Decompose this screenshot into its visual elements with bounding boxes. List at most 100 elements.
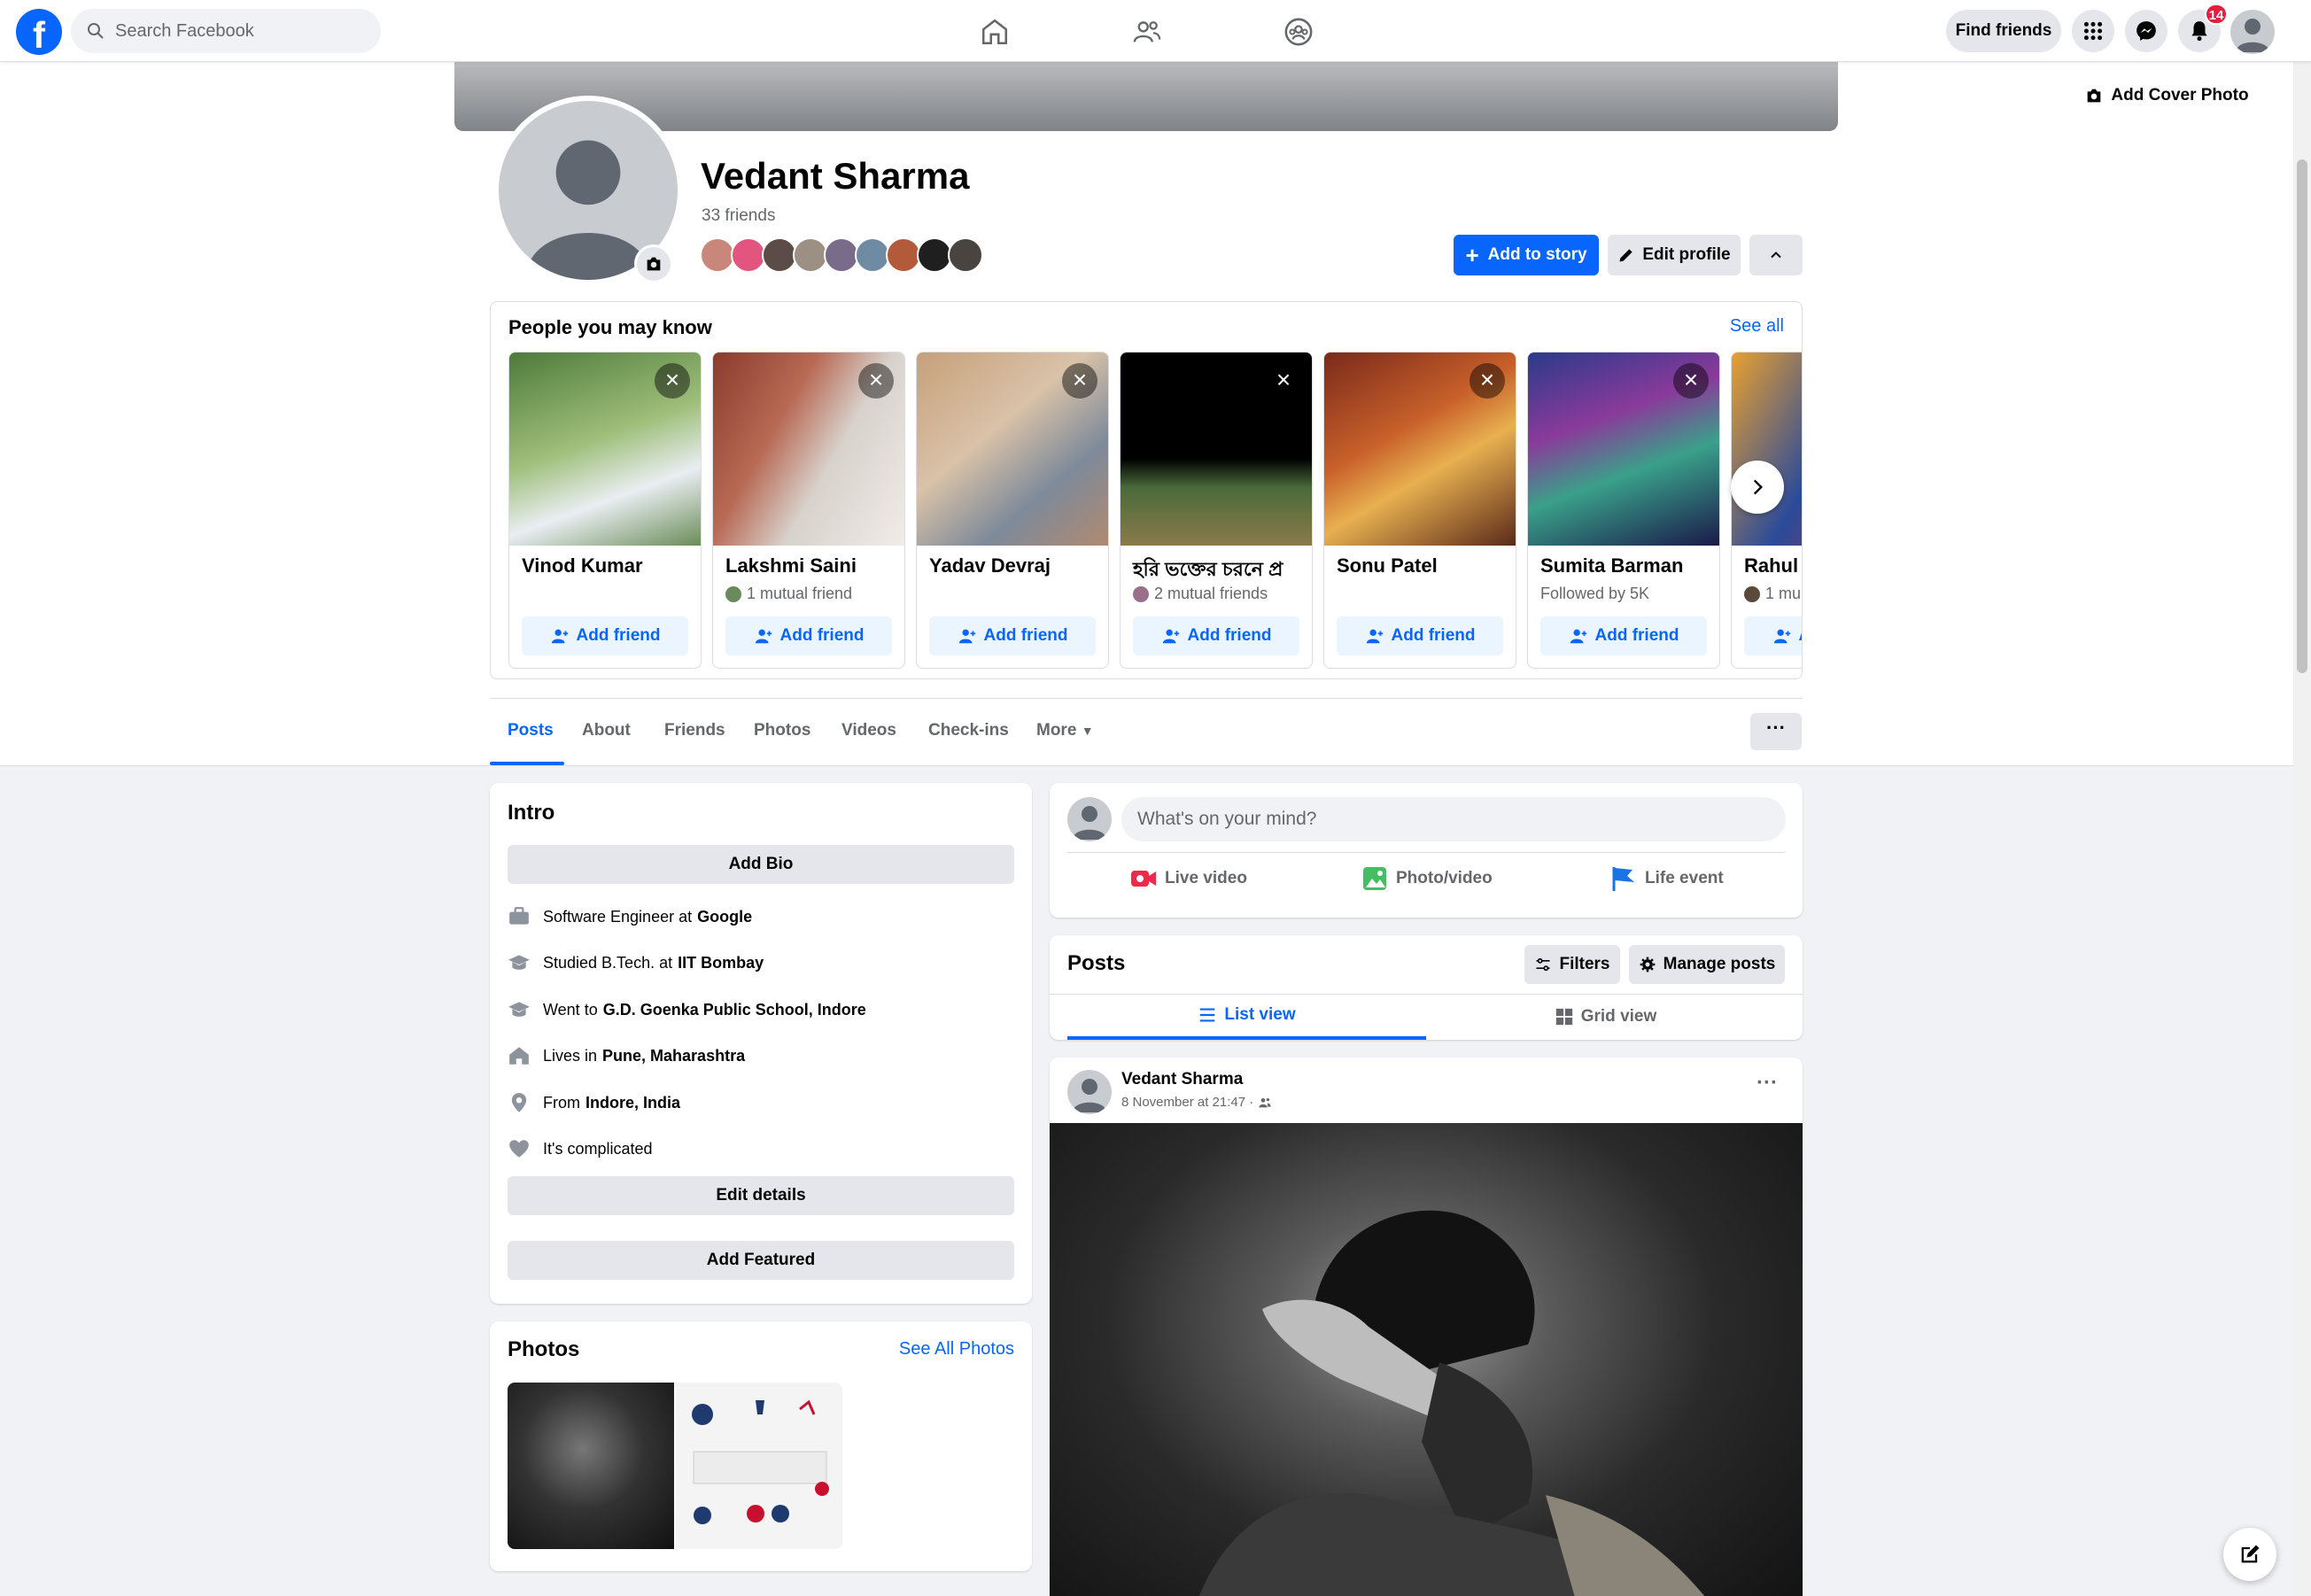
- friends-count[interactable]: 33 friends: [702, 206, 775, 226]
- friend-avatar[interactable]: [855, 237, 890, 273]
- manage-posts-button[interactable]: Manage posts: [1629, 945, 1785, 984]
- suggestion-photo[interactable]: ×: [1324, 353, 1516, 546]
- new-message-button[interactable]: [2223, 1528, 2276, 1581]
- flag-icon: [1612, 867, 1634, 891]
- suggestion-name[interactable]: হরি ভক্তের চরনে প্র: [1133, 554, 1283, 587]
- friend-avatar[interactable]: [700, 237, 735, 273]
- suggestion-card[interactable]: × Yadav Devraj Add friend: [916, 352, 1109, 669]
- friend-avatar[interactable]: [731, 237, 766, 273]
- notifications-button[interactable]: 14: [2178, 4, 2228, 52]
- tab-more[interactable]: More ▼: [1036, 721, 1094, 740]
- tab-photos[interactable]: Photos: [754, 721, 810, 740]
- live-video-button[interactable]: Live video: [1129, 864, 1247, 893]
- close-icon[interactable]: ×: [1470, 363, 1505, 399]
- tab-posts[interactable]: Posts: [508, 721, 554, 740]
- suggestion-photo[interactable]: [1732, 353, 1802, 546]
- tab-videos[interactable]: Videos: [841, 721, 896, 740]
- add-friend-button[interactable]: Add friend: [1744, 616, 1802, 655]
- suggestion-name[interactable]: Yadav Devraj: [929, 554, 1051, 577]
- suggestion-photo[interactable]: ×: [713, 353, 904, 546]
- tab-about[interactable]: About: [582, 721, 631, 740]
- tab-check-ins[interactable]: Check-ins: [928, 721, 1009, 740]
- post-options-button[interactable]: ···: [1749, 1070, 1785, 1105]
- suggestion-card[interactable]: × Sonu Patel Add friend: [1323, 352, 1516, 669]
- friend-avatar[interactable]: [762, 237, 797, 273]
- close-icon[interactable]: ×: [655, 363, 690, 399]
- account-avatar[interactable]: [2230, 10, 2275, 54]
- carousel-next-button[interactable]: [1731, 461, 1784, 514]
- suggestion-photo[interactable]: ×: [509, 353, 701, 546]
- grid-view-tab[interactable]: Grid view: [1426, 994, 1785, 1040]
- close-icon[interactable]: ×: [1266, 363, 1301, 399]
- edit-profile-button[interactable]: Edit profile: [1608, 235, 1741, 275]
- see-all-photos-link[interactable]: See All Photos: [899, 1339, 1014, 1360]
- suggestion-photo[interactable]: ×: [1121, 353, 1312, 546]
- post-timestamp[interactable]: 8 November at 21:47 ·: [1121, 1095, 1253, 1110]
- add-friend-button[interactable]: Add friend: [1133, 616, 1299, 655]
- grid-icon: [1555, 1008, 1572, 1026]
- suggestion-photo[interactable]: ×: [1528, 353, 1719, 546]
- mutual-friend-avatar: [1133, 585, 1149, 602]
- update-profile-picture-button[interactable]: [634, 244, 673, 283]
- find-friends-button[interactable]: Find friends: [1946, 10, 2061, 52]
- scrollbar-thumb[interactable]: [2297, 159, 2307, 673]
- edit-details-button[interactable]: Edit details: [508, 1176, 1014, 1215]
- suggestion-photo[interactable]: ×: [917, 353, 1108, 546]
- tab-friends[interactable]: Friends: [664, 721, 725, 740]
- intro-relationship: It's complicated: [508, 1137, 653, 1160]
- search-input[interactable]: Search Facebook: [115, 21, 254, 42]
- suggestion-card[interactable]: × Sumita Barman Followed by 5K Add frien…: [1527, 352, 1720, 669]
- add-featured-button[interactable]: Add Featured: [508, 1241, 1014, 1280]
- messenger-icon[interactable]: [2125, 10, 2168, 52]
- suggestion-card[interactable]: × হরি ভক্তের চরনে প্র 2 mutual friends A…: [1120, 352, 1313, 669]
- add-friend-button[interactable]: Add friend: [1337, 616, 1503, 655]
- composer-avatar[interactable]: [1067, 797, 1112, 841]
- friend-avatar[interactable]: [917, 237, 952, 273]
- list-view-tab[interactable]: List view: [1067, 994, 1426, 1040]
- filters-button[interactable]: Filters: [1524, 945, 1620, 984]
- suggestion-card[interactable]: × Vinod Kumar Add friend: [508, 352, 702, 669]
- home-icon[interactable]: [975, 12, 1014, 51]
- add-person-icon: [1366, 629, 1383, 644]
- add-to-story-button[interactable]: + Add to story: [1454, 235, 1599, 275]
- add-person-icon: [1570, 629, 1586, 644]
- post-author-name[interactable]: Vedant Sharma: [1121, 1070, 1243, 1089]
- suggestion-name[interactable]: Sonu Patel: [1337, 554, 1438, 577]
- add-friend-button[interactable]: Add friend: [1540, 616, 1707, 655]
- suggestion-name[interactable]: Rahul I: [1744, 554, 1802, 577]
- menu-grid-icon[interactable]: [2072, 10, 2114, 52]
- suggestion-name[interactable]: Sumita Barman: [1540, 554, 1683, 577]
- friend-avatar[interactable]: [886, 237, 921, 273]
- add-friend-button[interactable]: Add friend: [725, 616, 892, 655]
- add-bio-button[interactable]: Add Bio: [508, 845, 1014, 884]
- friend-avatar[interactable]: [824, 237, 859, 273]
- add-cover-photo-button[interactable]: Add Cover Photo: [2078, 76, 2255, 115]
- suggestion-name[interactable]: Vinod Kumar: [522, 554, 643, 577]
- friend-avatar[interactable]: [948, 237, 983, 273]
- caret-down-icon: ▼: [1081, 724, 1094, 738]
- close-icon[interactable]: ×: [858, 363, 894, 399]
- life-event-button[interactable]: Life event: [1609, 864, 1724, 893]
- groups-icon[interactable]: [1279, 12, 1318, 51]
- friends-icon[interactable]: [1128, 12, 1167, 51]
- facebook-logo[interactable]: f: [16, 9, 62, 56]
- photo-thumbnail[interactable]: [508, 1383, 674, 1549]
- photo-thumbnail[interactable]: [676, 1383, 842, 1549]
- post-photo[interactable]: [1050, 1123, 1803, 1596]
- friend-avatar[interactable]: [793, 237, 828, 273]
- photo-video-button[interactable]: Photo/video: [1361, 864, 1493, 893]
- search-box[interactable]: Search Facebook: [71, 9, 381, 53]
- friend-avatars[interactable]: [700, 237, 983, 273]
- close-icon[interactable]: ×: [1062, 363, 1097, 399]
- post-author-avatar[interactable]: [1067, 1070, 1112, 1114]
- status-input[interactable]: What's on your mind?: [1121, 797, 1786, 841]
- collapse-button[interactable]: [1749, 235, 1803, 275]
- suggestion-card[interactable]: × Lakshmi Saini 1 mutual friend Add frie…: [712, 352, 905, 669]
- add-friend-button[interactable]: Add friend: [522, 616, 688, 655]
- suggestion-name[interactable]: Lakshmi Saini: [725, 554, 857, 577]
- see-all-link[interactable]: See all: [1730, 316, 1784, 337]
- profile-more-options-button[interactable]: ···: [1750, 713, 1802, 750]
- add-friend-button[interactable]: Add friend: [929, 616, 1096, 655]
- close-icon[interactable]: ×: [1673, 363, 1709, 399]
- graduation-cap-icon: [508, 1002, 530, 1017]
